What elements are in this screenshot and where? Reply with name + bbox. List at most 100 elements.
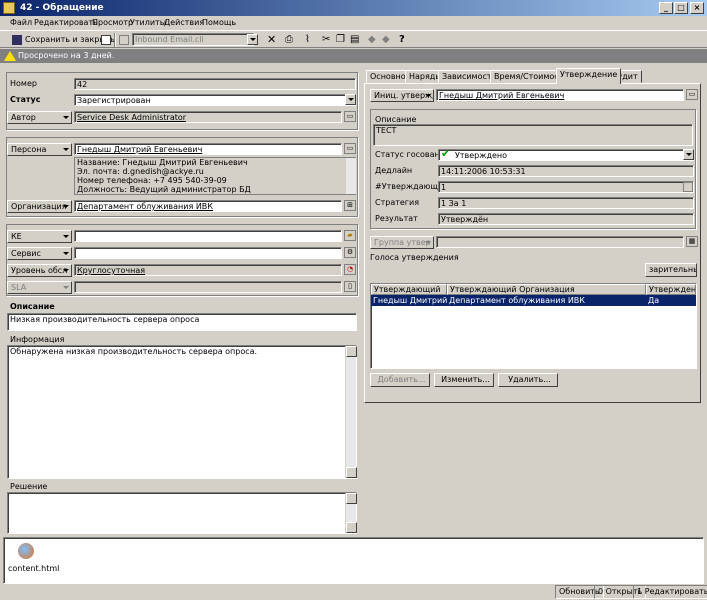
menu-actions[interactable]: Действия bbox=[164, 17, 204, 29]
save-icon bbox=[12, 35, 22, 45]
strategy-field: 1 За 1 bbox=[438, 197, 694, 209]
service-icon[interactable]: ⚙ bbox=[344, 247, 356, 258]
close-button[interactable]: × bbox=[690, 2, 704, 14]
paste-icon[interactable]: ▤ bbox=[350, 33, 359, 47]
approvers-count-spinner[interactable] bbox=[683, 182, 693, 192]
vote-status-select[interactable]: Утверждено bbox=[438, 149, 694, 161]
result-label: Результат bbox=[375, 214, 418, 223]
sla-button[interactable]: SLA bbox=[7, 281, 72, 294]
description-label: Описание bbox=[10, 302, 55, 311]
organization-button[interactable]: Организация bbox=[7, 200, 72, 213]
person-value: Гнедыш Дмитрий Евгеньевич bbox=[77, 145, 203, 154]
prelim-approval-button[interactable]: зарительный пр bbox=[645, 263, 697, 277]
email-icon bbox=[119, 35, 129, 45]
person-info-line: Название: Гнедыш Дмитрий Евгеньевич bbox=[77, 158, 248, 167]
menu-file[interactable]: Файл bbox=[10, 17, 32, 29]
status-dropdown[interactable] bbox=[345, 94, 356, 105]
cut-icon[interactable]: ✂ bbox=[322, 33, 330, 47]
approval-group-button[interactable]: Группа утвер bbox=[370, 236, 434, 249]
menu-tools[interactable]: Утилиты bbox=[130, 17, 166, 29]
author-value: Service Desk Administrator bbox=[77, 113, 187, 122]
person-info-line: Должность: Ведущий администратор БД bbox=[77, 185, 251, 194]
vote-status-value: Утверждено bbox=[455, 151, 508, 160]
initiator-button[interactable]: Иниц. утвержд bbox=[370, 89, 434, 102]
add-button[interactable]: Добавить... bbox=[370, 373, 430, 387]
prev-icon[interactable]: ◆ bbox=[368, 33, 376, 47]
approval-desc-field: ТЕСТ bbox=[373, 124, 693, 146]
ke-button[interactable]: КЕ bbox=[7, 230, 72, 243]
edit-button[interactable]: Изменить... bbox=[434, 373, 494, 387]
window-icon bbox=[3, 2, 15, 14]
author-field: Service Desk Administrator bbox=[74, 111, 342, 123]
sla-doc-icon[interactable]: ▯ bbox=[344, 281, 356, 292]
table-row[interactable]: Департамент облуживания ИВК bbox=[447, 295, 646, 306]
result-field: Утверждён bbox=[438, 213, 694, 225]
person-info-line: Эл. почта: d.gnedish@ackye.ru bbox=[77, 167, 204, 176]
status-select[interactable]: Зарегистрирован bbox=[74, 94, 356, 106]
toolbar: Сохранить и закрыть Inbound Email.cli ✕ … bbox=[0, 30, 707, 48]
votes-label: Голоса утверждения bbox=[370, 253, 459, 262]
person-info-scrollbar[interactable] bbox=[345, 158, 356, 194]
person-field[interactable]: Гнедыш Дмитрий Евгеньевич bbox=[74, 143, 342, 155]
card-icon[interactable]: ▭ bbox=[344, 111, 356, 122]
approval-group-icon[interactable]: ▦ bbox=[686, 236, 698, 247]
sla-field bbox=[74, 281, 342, 293]
minimize-button[interactable]: _ bbox=[659, 2, 673, 14]
delete-icon[interactable]: ✕ bbox=[267, 33, 276, 47]
vote-status-dropdown[interactable] bbox=[683, 149, 694, 160]
person-card-icon[interactable]: ▭ bbox=[344, 143, 356, 154]
service-field[interactable] bbox=[74, 247, 342, 259]
description-field[interactable]: Низкая производительность сервера опроса bbox=[7, 313, 357, 331]
attachment-filename[interactable]: content.html bbox=[8, 563, 59, 575]
organization-value: Департамент облуживания ИВК bbox=[77, 202, 213, 211]
menu-bar: Файл Редактировать Просмотр Утилиты Дейс… bbox=[0, 16, 707, 30]
status-label: Статус bbox=[10, 95, 41, 104]
help-icon[interactable]: ? bbox=[399, 33, 405, 47]
initiator-card-icon[interactable]: ▭ bbox=[686, 89, 698, 100]
info-textarea[interactable]: Обнаружена низкая производительность сер… bbox=[7, 345, 357, 479]
next-icon[interactable]: ◆ bbox=[382, 33, 390, 47]
table-row[interactable]: Да bbox=[646, 295, 696, 306]
number-field: 42 bbox=[74, 78, 356, 90]
copy-icon[interactable]: ❐ bbox=[336, 33, 345, 47]
deadline-field: 14:11:2006 10:53:31 bbox=[438, 165, 694, 177]
strategy-label: Стратегия bbox=[375, 198, 420, 207]
info-scrollbar[interactable] bbox=[345, 346, 357, 478]
inbound-email-field[interactable]: Inbound Email.cli bbox=[132, 33, 254, 46]
approvers-count-label: #Утверждающих bbox=[375, 182, 448, 191]
initiator-field[interactable]: Гнедыш Дмитрий Евгеньевич bbox=[436, 89, 684, 101]
org-tree-icon[interactable]: ⊞ bbox=[344, 200, 356, 211]
col-approved[interactable]: Утверждено bbox=[646, 284, 696, 295]
clock-icon[interactable]: ◔ bbox=[344, 264, 356, 275]
table-row[interactable]: Гнедыш Дмитрий Ев... bbox=[371, 295, 447, 306]
menu-help[interactable]: Помощь bbox=[202, 17, 236, 29]
col-approver[interactable]: Утверждающий bbox=[371, 284, 447, 295]
organization-field[interactable]: Департамент облуживания ИВК bbox=[74, 200, 342, 212]
ke-field[interactable] bbox=[74, 230, 342, 242]
attach-icon[interactable]: ⌇ bbox=[305, 33, 310, 47]
warning-icon bbox=[4, 51, 16, 61]
author-button[interactable]: Автор bbox=[7, 111, 72, 124]
folder-icon[interactable]: ▰ bbox=[344, 230, 356, 241]
solution-textarea[interactable] bbox=[7, 492, 357, 534]
check-icon: ✔ bbox=[441, 147, 451, 160]
service-button[interactable]: Сервис bbox=[7, 247, 72, 260]
person-button[interactable]: Персона bbox=[7, 143, 72, 156]
col-approver-org[interactable]: Утверждающий Организация bbox=[447, 284, 646, 295]
save-copy-icon[interactable] bbox=[101, 35, 111, 45]
html-file-icon[interactable] bbox=[18, 543, 34, 559]
inbound-email-dropdown[interactable] bbox=[247, 34, 258, 45]
print-icon[interactable]: ⎙ bbox=[285, 33, 293, 47]
menu-edit[interactable]: Редактировать bbox=[34, 17, 98, 29]
service-level-value: Круглосуточная bbox=[77, 266, 146, 275]
tab-approval[interactable]: Утверждение bbox=[556, 68, 622, 84]
attachments-pane bbox=[3, 537, 704, 584]
approvers-count-field: 1 bbox=[438, 181, 694, 193]
menu-view[interactable]: Просмотр bbox=[92, 17, 133, 29]
solution-scrollbar[interactable] bbox=[345, 493, 357, 533]
maximize-button[interactable]: □ bbox=[674, 2, 688, 14]
number-label: Номер bbox=[10, 79, 37, 88]
service-level-field: Круглосуточная bbox=[74, 264, 342, 276]
service-level-button[interactable]: Уровень обсл bbox=[7, 264, 72, 277]
delete-button[interactable]: Удалить... bbox=[498, 373, 558, 387]
